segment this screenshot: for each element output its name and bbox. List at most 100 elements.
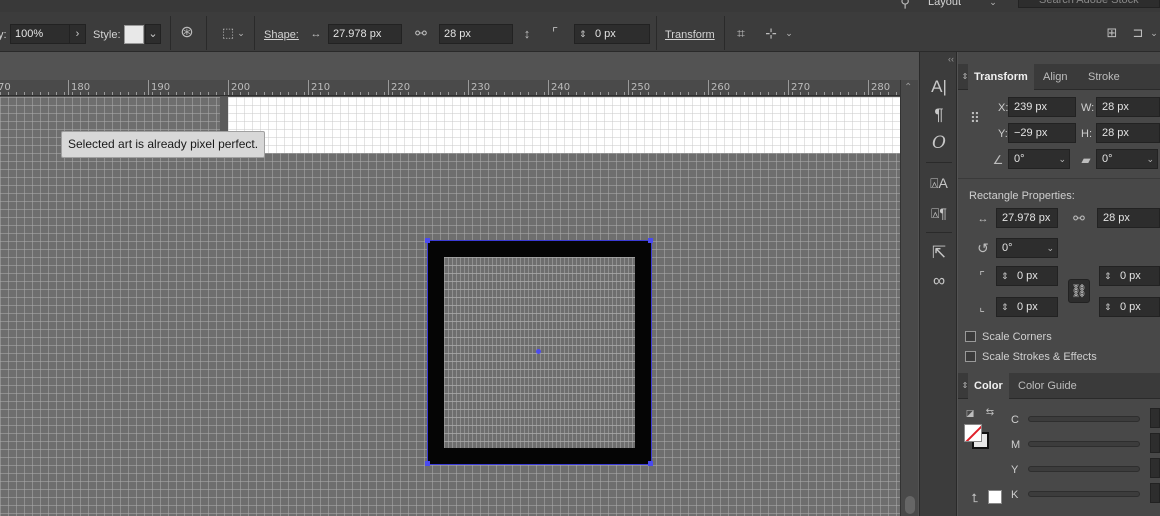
character-icon[interactable]: A| [926, 76, 952, 98]
ruler-label: 210 [307, 80, 331, 95]
document-canvas[interactable]: Selected art is already pixel perfect. [0, 97, 900, 516]
black-input[interactable] [1150, 483, 1160, 503]
link-corners-button[interactable]: ⛓ [1068, 279, 1090, 303]
selection-handle[interactable] [425, 238, 430, 243]
magenta-input[interactable] [1150, 433, 1160, 453]
stepper-icon[interactable]: ⇕ [579, 25, 587, 43]
vertical-scrollbar[interactable]: ⌃ [900, 80, 918, 516]
channel-label-c: C [1011, 414, 1019, 426]
h-input[interactable]: 28 px [1096, 123, 1160, 143]
paragraph-icon[interactable]: ¶ [926, 104, 952, 126]
corner-br-input[interactable]: ⇕ 0 px [1099, 297, 1160, 317]
selection-handle[interactable] [425, 461, 430, 466]
link-unlink-icon[interactable]: ⚯ [1070, 211, 1088, 225]
selection-handle[interactable] [648, 238, 653, 243]
shear-value: 0° [1102, 153, 1113, 165]
corner-tr-input[interactable]: ⇕ 0 px [1099, 266, 1160, 286]
stepper-icon[interactable]: ⇕ [1001, 298, 1009, 316]
chevron-down-icon[interactable]: ⌄ [784, 26, 794, 40]
yellow-slider[interactable] [1028, 466, 1140, 472]
rect-rotation-input[interactable]: 0° ⌄ [996, 238, 1058, 258]
style-swatch[interactable] [124, 25, 144, 44]
shape-height-input[interactable]: 28 px [439, 24, 513, 44]
corner-type-icon[interactable]: ⌜ [546, 26, 564, 40]
rotate-input[interactable]: 0° ⌄ [1008, 149, 1070, 169]
tab-stroke[interactable]: Stroke [1082, 64, 1126, 90]
links-icon[interactable]: ∞ [926, 270, 952, 292]
search-stock-input[interactable]: Search Adobe Stock [1018, 0, 1160, 8]
yellow-input[interactable] [1150, 458, 1160, 478]
opacity-input[interactable]: 100% › [10, 24, 86, 44]
selection-handle[interactable] [648, 461, 653, 466]
y-input[interactable]: −29 px [1008, 123, 1076, 143]
stepper-icon[interactable]: ⇕ [1104, 267, 1112, 285]
cyan-input[interactable] [1150, 408, 1160, 428]
corner-type-icon[interactable]: ⌞ [974, 300, 990, 314]
chevron-down-icon[interactable]: ⌄ [1058, 150, 1066, 168]
chevron-down-icon[interactable]: ⌄ [1148, 26, 1160, 40]
link-unlink-icon[interactable]: ⚯ [412, 26, 430, 40]
tab-align[interactable]: Align [1037, 64, 1073, 90]
snap-to-pixel-icon[interactable]: ⊹ [762, 26, 780, 40]
reference-point-icon[interactable]: ⠿ [963, 111, 985, 125]
corner-radius-input[interactable]: ⇕ 0 px [574, 24, 650, 44]
lightbulb-icon[interactable]: ⚲ [898, 0, 912, 10]
recolor-artwork-icon[interactable]: ⊛ [178, 25, 196, 41]
chevron-down-icon[interactable]: ⌄ [236, 26, 246, 40]
separator [656, 16, 657, 50]
export-icon[interactable]: ⇱ [926, 242, 952, 264]
corner-bl-input[interactable]: ⇕ 0 px [996, 297, 1058, 317]
stepper-icon[interactable]: ⇕ [1104, 298, 1112, 316]
cyan-slider[interactable] [1028, 416, 1140, 422]
chevron-down-icon[interactable]: ⌄ [1146, 150, 1154, 168]
chevron-down-icon[interactable]: ⌄ [1046, 239, 1054, 257]
x-input[interactable]: 239 px [1008, 97, 1076, 117]
scroll-up-icon[interactable]: ⌃ [904, 82, 912, 93]
ruler-label: 200 [227, 80, 251, 95]
arrange-documents-icon[interactable]: ⊞ [1104, 26, 1120, 40]
pixel-perfect-icon[interactable]: ⌗ [732, 26, 750, 40]
h-label: H: [1081, 128, 1092, 140]
channel-label-k: K [1011, 489, 1019, 501]
corner-radius-value: 0 px [595, 28, 616, 40]
paragraph-styles-icon[interactable]: ⍓¶ [926, 202, 952, 224]
shear-input[interactable]: 0° ⌄ [1096, 149, 1158, 169]
chevron-right-icon[interactable]: › [69, 25, 85, 43]
horizontal-ruler[interactable]: 70 180 190 200 210 220 230 240 250 260 2… [0, 80, 900, 96]
align-to-selection-icon[interactable]: ⬚ [219, 26, 237, 40]
none-slash [965, 425, 981, 441]
scroll-thumb[interactable] [905, 496, 915, 514]
tab-color-guide[interactable]: Color Guide [1012, 373, 1083, 399]
artboard[interactable] [228, 97, 900, 153]
ruler-ticks [0, 80, 900, 95]
transform-button[interactable]: Transform [665, 28, 715, 42]
rect-height-input[interactable]: 28 px [1097, 208, 1160, 228]
opacity-value: 100% [15, 28, 44, 40]
shape-label[interactable]: Shape: [264, 28, 299, 42]
default-colors-icon[interactable]: ◪ [964, 406, 976, 420]
w-input[interactable]: 28 px [1096, 97, 1160, 117]
character-styles-icon[interactable]: ⍓A [926, 172, 952, 194]
shear-icon: ▰ [1081, 153, 1091, 167]
opentype-icon[interactable]: O [926, 132, 952, 154]
stepper-icon[interactable]: ⇕ [1001, 267, 1009, 285]
chevron-down-icon[interactable]: ⌄ [988, 0, 998, 9]
magenta-slider[interactable] [1028, 441, 1140, 447]
swap-colors-icon[interactable]: ⇆ [984, 406, 996, 420]
corner-type-icon[interactable]: ⌜ [974, 269, 990, 283]
panel-menu-icon[interactable]: ⊐ [1130, 26, 1146, 40]
rect-width-input[interactable]: 27.978 px [996, 208, 1058, 228]
scale-corners-checkbox[interactable] [965, 331, 976, 342]
white-swatch[interactable] [988, 490, 1002, 504]
shape-width-input[interactable]: 27.978 px [328, 24, 402, 44]
corner-tl-input[interactable]: ⇕ 0 px [996, 266, 1058, 286]
scale-strokes-checkbox[interactable] [965, 351, 976, 362]
tab-transform[interactable]: Transform [968, 64, 1034, 90]
workspace-switcher[interactable]: Layout [928, 0, 961, 9]
collapse-panels-icon[interactable]: ‹‹ [948, 54, 954, 64]
out-of-gamut-icon[interactable]: ⮤ [968, 491, 982, 505]
tab-color[interactable]: Color [968, 373, 1009, 399]
black-slider[interactable] [1028, 491, 1140, 497]
chevron-down-icon[interactable]: ⌄ [145, 24, 161, 44]
fill-swatch-none[interactable] [964, 424, 982, 442]
